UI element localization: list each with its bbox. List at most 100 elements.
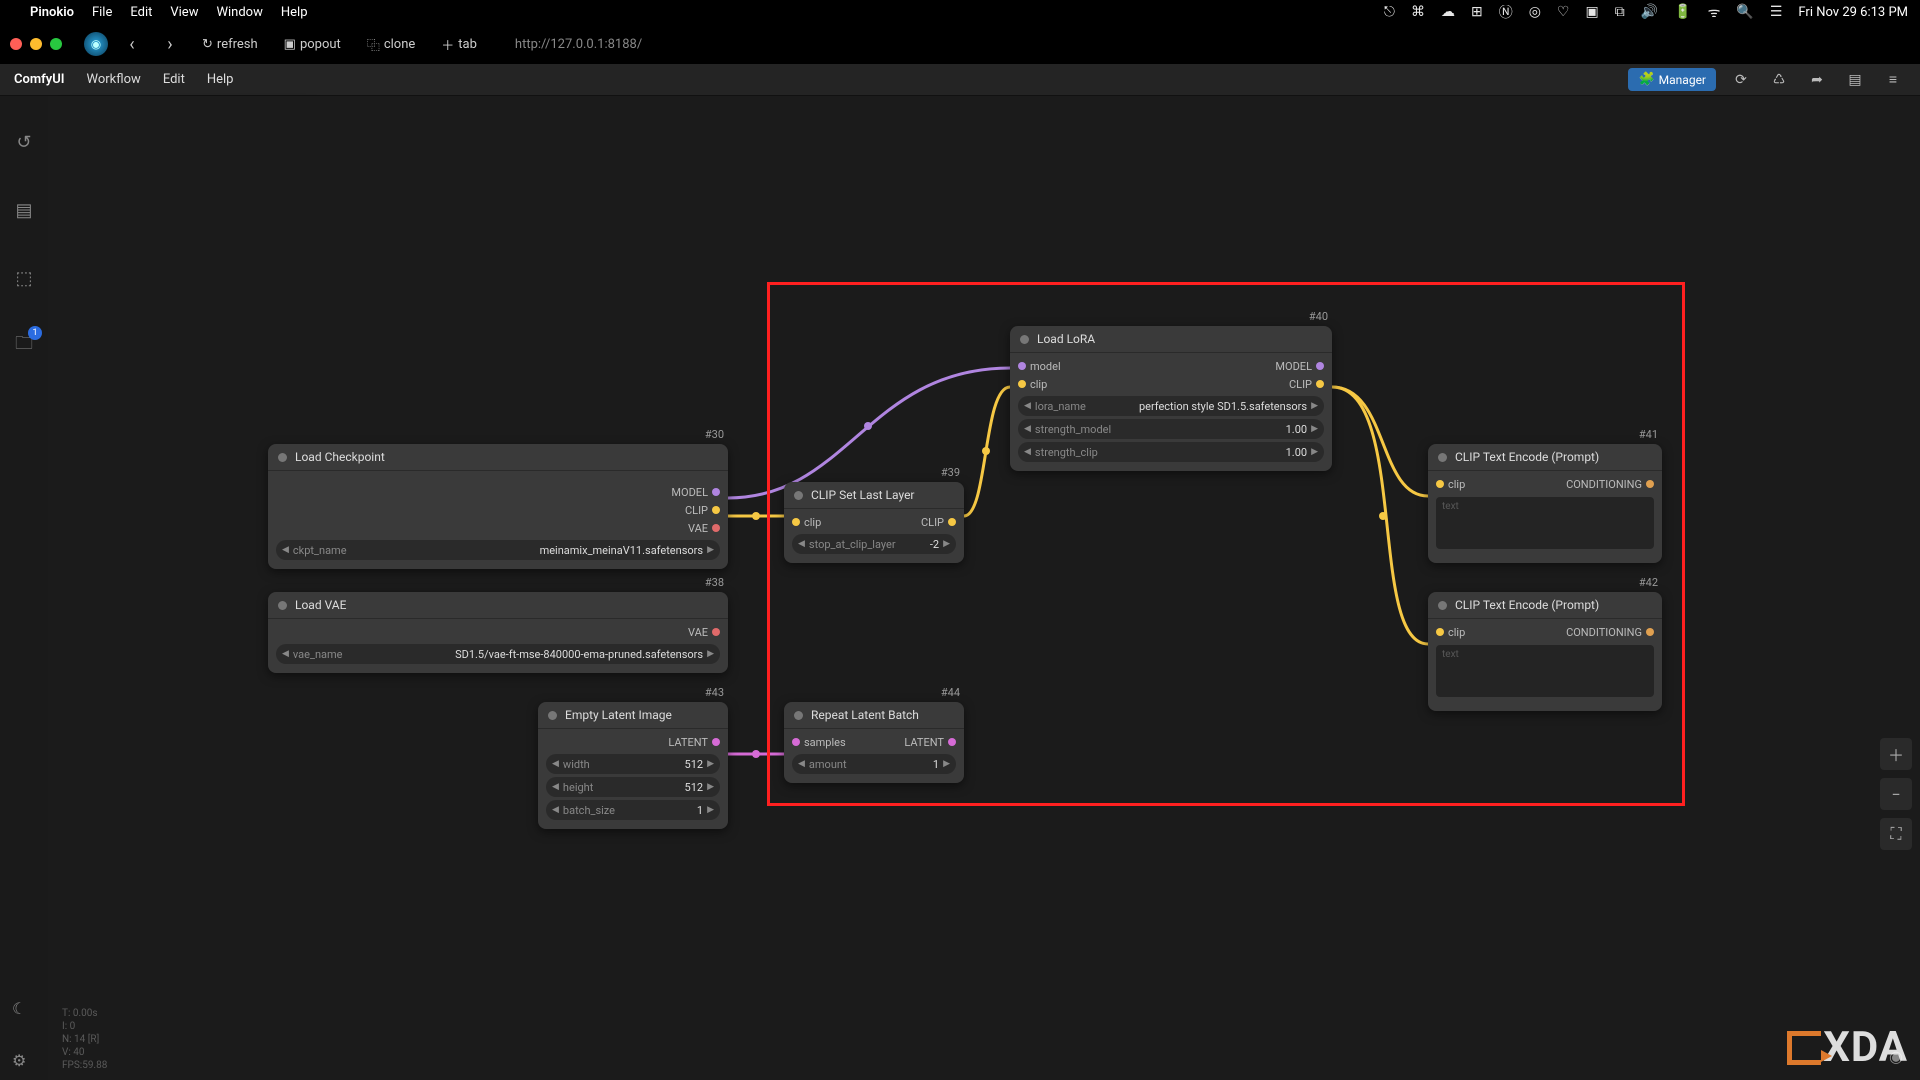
input-clip[interactable]: clip: [1448, 478, 1465, 491]
node-id: #42: [1639, 576, 1658, 589]
menu-workflow[interactable]: Workflow: [87, 72, 141, 87]
tray-icon[interactable]: ⧉: [1615, 4, 1625, 20]
settings-icon[interactable]: ⚙: [12, 1051, 26, 1070]
menu-edit[interactable]: Edit: [130, 5, 152, 20]
tray-icon[interactable]: ⌘: [1411, 4, 1425, 20]
node-load-vae[interactable]: #38 Load VAE VAE ◀vae_nameSD1.5/vae-ft-m…: [268, 592, 728, 673]
new-tab-button[interactable]: ＋tab: [433, 31, 485, 58]
volume-icon[interactable]: 🔊: [1641, 4, 1658, 20]
url-display[interactable]: http://127.0.0.1:8188/: [515, 37, 642, 52]
pinokio-logo-icon[interactable]: ◉: [84, 32, 108, 56]
widget-width[interactable]: ◀width512▶: [546, 754, 720, 774]
menu-window[interactable]: Window: [216, 5, 262, 20]
node-load-checkpoint[interactable]: #30 Load Checkpoint MODEL CLIP VAE ◀ckpt…: [268, 444, 728, 569]
battery-icon[interactable]: 🔋: [1674, 4, 1691, 20]
output-vae[interactable]: VAE: [688, 522, 708, 535]
output-latent[interactable]: LATENT: [904, 736, 944, 749]
output-clip[interactable]: CLIP: [1289, 378, 1312, 391]
tray-icon[interactable]: ⊞: [1471, 4, 1483, 20]
popout-button[interactable]: ▣popout: [276, 33, 349, 56]
theme-toggle-icon[interactable]: ☾: [12, 999, 26, 1018]
app-name[interactable]: Pinokio: [30, 5, 74, 20]
tray-icon[interactable]: Ⓝ: [1499, 2, 1513, 22]
prompt-textarea[interactable]: text: [1436, 497, 1654, 549]
close-window-button[interactable]: [10, 38, 22, 50]
menu-help[interactable]: Help: [281, 5, 308, 20]
menu-file[interactable]: File: [92, 5, 112, 20]
widget-strength-model[interactable]: ◀strength_model1.00▶: [1018, 419, 1324, 439]
tray-icon[interactable]: ♡: [1557, 4, 1570, 20]
search-icon[interactable]: 🔍: [1736, 4, 1753, 20]
clone-icon: ⿻: [367, 35, 380, 54]
node-clip-set-last-layer[interactable]: #39 CLIP Set Last Layer clip CLIP ◀stop_…: [784, 482, 964, 563]
history-icon[interactable]: ↺: [8, 126, 40, 158]
refresh-button[interactable]: ↻refresh: [194, 33, 266, 56]
node-repeat-latent-batch[interactable]: #44 Repeat Latent Batch samples LATENT ◀…: [784, 702, 964, 783]
zoom-in-button[interactable]: ＋: [1880, 738, 1912, 770]
control-center-icon[interactable]: ☰: [1770, 4, 1783, 20]
output-clip[interactable]: CLIP: [921, 516, 944, 529]
traffic-lights: [10, 38, 62, 50]
input-clip[interactable]: clip: [1448, 626, 1465, 639]
output-conditioning[interactable]: CONDITIONING: [1566, 626, 1642, 639]
widget-height[interactable]: ◀height512▶: [546, 777, 720, 797]
share-button[interactable]: ➦: [1804, 67, 1830, 93]
node-empty-latent-image[interactable]: #43 Empty Latent Image LATENT ◀width512▶…: [538, 702, 728, 829]
panel-toggle-button[interactable]: ▤: [1842, 67, 1868, 93]
node-title: Empty Latent Image: [565, 708, 672, 722]
models-icon[interactable]: ⬚: [8, 262, 40, 294]
menu-help[interactable]: Help: [207, 72, 234, 87]
output-model[interactable]: MODEL: [671, 486, 708, 499]
refresh-nodes-button[interactable]: ⟳: [1728, 67, 1754, 93]
input-samples[interactable]: samples: [804, 736, 846, 749]
widget-strength-clip[interactable]: ◀strength_clip1.00▶: [1018, 442, 1324, 462]
widget-stop-at-clip-layer[interactable]: ◀stop_at_clip_layer-2▶: [792, 534, 956, 554]
node-id: #41: [1639, 428, 1658, 441]
nav-forward-button[interactable]: ›: [156, 30, 184, 58]
output-conditioning[interactable]: CONDITIONING: [1566, 478, 1642, 491]
input-clip[interactable]: clip: [1030, 378, 1047, 391]
comfyui-brand: ComfyUI: [14, 72, 65, 87]
prompt-textarea[interactable]: text: [1436, 645, 1654, 697]
graph-canvas[interactable]: #30 Load Checkpoint MODEL CLIP VAE ◀ckpt…: [48, 96, 1920, 1080]
output-model[interactable]: MODEL: [1275, 360, 1312, 373]
widget-batch-size[interactable]: ◀batch_size1▶: [546, 800, 720, 820]
refresh-icon: ↻: [202, 37, 213, 52]
node-clip-text-encode-1[interactable]: #41 CLIP Text Encode (Prompt) clip CONDI…: [1428, 444, 1662, 563]
widget-lora-name[interactable]: ◀lora_nameperfection style SD1.5.safeten…: [1018, 396, 1324, 416]
zoom-out-button[interactable]: −: [1880, 778, 1912, 810]
hamburger-menu-button[interactable]: ≡: [1880, 67, 1906, 93]
tray-icon[interactable]: ◎: [1529, 4, 1541, 20]
widget-vae-name[interactable]: ◀vae_nameSD1.5/vae-ft-mse-840000-ema-pru…: [276, 644, 720, 664]
input-clip[interactable]: clip: [804, 516, 821, 529]
widget-ckpt-name[interactable]: ◀ckpt_namemeinamix_meinaV11.safetensors▶: [276, 540, 720, 560]
fit-view-button[interactable]: ⛶: [1880, 818, 1912, 850]
output-clip[interactable]: CLIP: [685, 504, 708, 517]
fullscreen-window-button[interactable]: [50, 38, 62, 50]
output-latent[interactable]: LATENT: [668, 736, 708, 749]
folder-icon[interactable]: 🗀1: [8, 330, 40, 362]
minimize-window-button[interactable]: [30, 38, 42, 50]
menu-edit[interactable]: Edit: [163, 72, 185, 87]
node-id: #39: [941, 466, 960, 479]
left-sidebar-rail: ↺ ▤ ⬚ 🗀1: [0, 96, 48, 1080]
node-clip-text-encode-2[interactable]: #42 CLIP Text Encode (Prompt) clip CONDI…: [1428, 592, 1662, 711]
tray-icon[interactable]: ☁︎: [1441, 4, 1455, 20]
perf-stats: T: 0.00s I: 0 N: 14 [R] V: 40 FPS:59.88: [62, 1007, 107, 1072]
widget-amount[interactable]: ◀amount1▶: [792, 754, 956, 774]
clone-button[interactable]: ⿻clone: [359, 31, 423, 58]
nodes-library-icon[interactable]: ▤: [8, 194, 40, 226]
menubar-clock[interactable]: Fri Nov 29 6:13 PM: [1798, 5, 1908, 20]
node-load-lora[interactable]: #40 Load LoRA model MODEL clip CLIP ◀lor…: [1010, 326, 1332, 471]
output-vae[interactable]: VAE: [688, 626, 708, 639]
input-model[interactable]: model: [1030, 360, 1061, 373]
clear-button[interactable]: ♺: [1766, 67, 1792, 93]
folder-badge: 1: [28, 326, 42, 340]
tray-icon[interactable]: ⎋: [1384, 4, 1395, 20]
tray-icon[interactable]: ▣: [1585, 4, 1598, 20]
menu-view[interactable]: View: [170, 5, 198, 20]
wifi-icon[interactable]: ᯤ: [1708, 3, 1721, 22]
node-title: Load Checkpoint: [295, 450, 385, 464]
manager-button[interactable]: 🧩Manager: [1628, 68, 1716, 91]
nav-back-button[interactable]: ‹: [118, 30, 146, 58]
